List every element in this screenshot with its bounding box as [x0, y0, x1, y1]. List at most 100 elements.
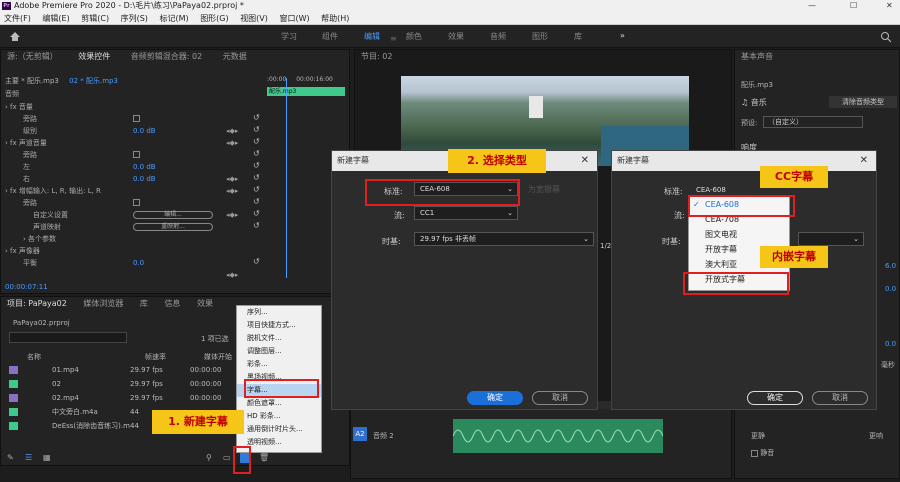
dialog1-close-icon[interactable]: ✕ [581, 151, 589, 171]
menu-clip[interactable]: 剪辑(C) [81, 14, 109, 23]
left-value[interactable]: 0.0 dB [133, 161, 156, 173]
project-search-input[interactable] [9, 332, 127, 343]
edit-button[interactable]: 编辑... [133, 211, 213, 219]
title-bar: Pr Adobe Premiere Pro 2020 - D:\毛片\练习\Pa… [0, 0, 900, 12]
menu-item-adjustment[interactable]: 调整图层... [237, 345, 321, 358]
list-view-icon[interactable]: ☰ [25, 453, 32, 462]
workspace-tab-color[interactable]: 颜色 [406, 31, 422, 42]
dialog2-timebase-select[interactable]: ⌄ [798, 232, 864, 246]
find-icon[interactable]: ⚲ [206, 453, 212, 462]
workspace-tab-audio[interactable]: 音频 [490, 31, 506, 42]
dialog1-timebase-select[interactable]: 29.97 fps 非丢帧 ⌄ [414, 232, 594, 246]
effect-timecode[interactable]: 00:00:07:11 [5, 283, 48, 291]
bypass-checkbox-2[interactable] [133, 151, 140, 158]
bypass-checkbox[interactable] [133, 115, 140, 122]
playhead-line[interactable] [286, 78, 287, 278]
trash-icon[interactable]: 🗑 [259, 453, 269, 462]
sequence-clip-label[interactable]: 02 * 配乐.mp3 [69, 77, 118, 85]
menu-item-offline[interactable]: 脱机文件... [237, 332, 321, 345]
tab-media-browser[interactable]: 媒体浏览器 [83, 299, 123, 308]
menu-marker[interactable]: 标记(M) [159, 14, 188, 23]
track-a2[interactable]: A2 [353, 427, 367, 441]
right-value[interactable]: 0.0 dB [133, 173, 156, 185]
menu-file[interactable]: 文件(F) [4, 14, 31, 23]
preset-label: 预设: [741, 119, 758, 127]
menu-item-sequence[interactable]: 序列... [237, 306, 321, 319]
menu-item-color-matte[interactable]: 颜色遮罩... [237, 397, 321, 410]
tab-project[interactable]: 项目: PaPaya02 [7, 299, 67, 308]
keyframe-controls[interactable]: ◂◆▸ ◂◆▸ ◂◆▸ ◂◆▸ ◂◆▸ ◂◆▸ [226, 125, 238, 281]
playback-fraction[interactable]: 1/2 [600, 242, 611, 250]
project-item[interactable]: 02.mp4 29.97 fps 00:00:00 [9, 391, 239, 405]
tab-info[interactable]: 信息 [164, 299, 180, 308]
essential-sound-title[interactable]: 基本声音 [735, 50, 899, 64]
mini-clip-bar[interactable]: 配乐.mp3 [267, 87, 345, 96]
icon-view-icon[interactable]: ▦ [43, 453, 51, 462]
effect-controls-panel: 源:（无剪辑） 效果控件 音频剪辑混合器: 02 元数据 主要 * 配乐.mp3… [0, 49, 350, 294]
pencil-icon[interactable]: ✎ [7, 453, 14, 462]
dialog1-cancel-button[interactable]: 取消 [532, 391, 588, 405]
program-monitor-tab[interactable]: 节目: 02 [355, 50, 731, 64]
remap-button[interactable]: 重映射... [133, 223, 213, 231]
maximize-button[interactable]: ☐ [850, 0, 857, 12]
value-3[interactable]: 0.0 [885, 340, 896, 348]
column-name[interactable]: 名称 [27, 352, 41, 362]
workspace-tab-effects[interactable]: 效果 [448, 31, 464, 42]
level-value[interactable]: 0.0 dB [133, 125, 156, 137]
dialog1-stream-select[interactable]: CC1 ⌄ [414, 206, 518, 220]
menu-view[interactable]: 视图(V) [240, 14, 268, 23]
value-2[interactable]: 0.0 [885, 285, 896, 293]
value-1[interactable]: 6.0 [885, 262, 896, 270]
tab-effects[interactable]: 效果 [197, 299, 213, 308]
mute-row[interactable]: 静音 [751, 448, 774, 458]
workspace-tab-learn[interactable]: 学习 [281, 31, 297, 42]
dialog2-close-icon[interactable]: ✕ [860, 151, 868, 171]
dialog1-ok-button[interactable]: 确定 [467, 391, 523, 405]
dialog2-cancel-button[interactable]: 取消 [812, 391, 868, 405]
audio-section-label: 音频 [5, 90, 19, 98]
clear-audio-type-button[interactable]: 清除音频类型 [829, 96, 897, 108]
column-media-start[interactable]: 媒体开始 [204, 352, 232, 362]
workspace-tab-assembly[interactable]: 组件 [322, 31, 338, 42]
effect-volume-header[interactable]: › fx 音量 [5, 101, 267, 113]
column-fps[interactable]: 帧速率 [145, 352, 166, 362]
dialog2-standard-value[interactable]: CEA-608 [696, 186, 726, 194]
menu-item-hd-bars[interactable]: HD 彩条... [237, 410, 321, 423]
bypass-checkbox-3[interactable] [133, 199, 140, 206]
preset-select[interactable]: （自定义） [763, 116, 863, 128]
workspace-more-button[interactable]: » [620, 31, 625, 40]
tab-source[interactable]: 源:（无剪辑） [7, 52, 58, 61]
tab-metadata[interactable]: 元数据 [223, 52, 247, 61]
balance-value[interactable]: 0.0 [133, 257, 144, 269]
close-window-button[interactable]: ✕ [886, 0, 893, 12]
menu-edit[interactable]: 编辑(E) [42, 14, 69, 23]
tab-audio-clip-mixer[interactable]: 音频剪辑混合器: 02 [131, 52, 202, 61]
home-icon[interactable] [9, 31, 21, 42]
workspace-menu-icon[interactable]: ≡ [390, 34, 397, 43]
menu-item-bars[interactable]: 彩条... [237, 358, 321, 371]
menu-help[interactable]: 帮助(H) [321, 14, 349, 23]
reset-icons[interactable]: ↺ ↺ ↺ ↺ ↺ ↺ ↺ ↺ ↺ ↺ ↺ [253, 112, 260, 268]
menu-sequence[interactable]: 序列(S) [121, 14, 148, 23]
mini-timeline-ruler[interactable]: :00:00 00:00:16:00 [267, 76, 347, 83]
master-clip-label[interactable]: 主要 * 配乐.mp3 [5, 77, 59, 85]
project-item[interactable]: 01.mp4 29.97 fps 00:00:00 [9, 363, 239, 377]
workspace-tab-editing[interactable]: 编辑 [364, 31, 380, 42]
tab-libraries[interactable]: 库 [140, 299, 148, 308]
search-icon[interactable] [880, 31, 892, 43]
tab-effect-controls[interactable]: 效果控件 [78, 52, 110, 61]
minimize-button[interactable]: — [808, 0, 816, 12]
new-bin-icon[interactable]: ▭ [223, 453, 231, 462]
dialog2-ok-button[interactable]: 确定 [747, 391, 803, 405]
workspace-tab-libraries[interactable]: 库 [574, 31, 582, 42]
menu-window[interactable]: 窗口(W) [279, 14, 309, 23]
option-teletext[interactable]: 图文电视 [689, 227, 789, 242]
workspace-tab-graphics[interactable]: 图形 [532, 31, 548, 42]
menu-item-countdown[interactable]: 通用倒计时片头... [237, 423, 321, 436]
project-item[interactable]: 02 29.97 fps 00:00:00 [9, 377, 239, 391]
audio-clip[interactable] [452, 419, 664, 453]
menu-item-shortcut[interactable]: 项目快捷方式... [237, 319, 321, 332]
highlight-new-item [233, 446, 251, 474]
callout-embedded: 内嵌字幕 [760, 246, 828, 268]
menu-graphics[interactable]: 图形(G) [200, 14, 228, 23]
